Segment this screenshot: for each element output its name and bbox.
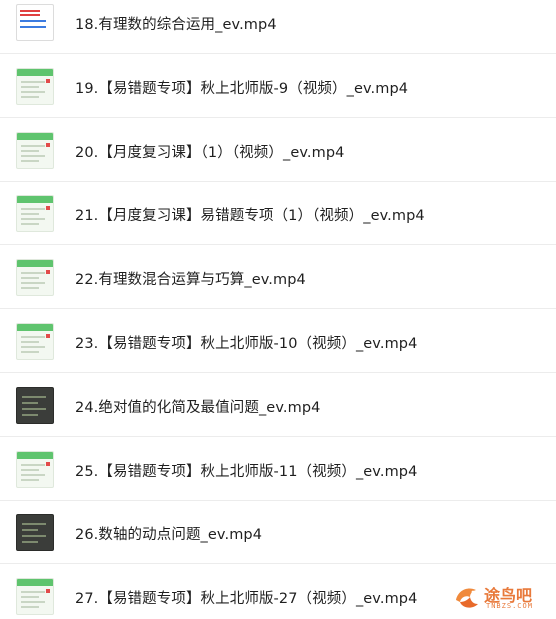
video-thumbnail[interactable] — [16, 514, 54, 552]
file-name[interactable]: 25.【易错题专项】秋上北师版-11（视频）_ev.mp4 — [75, 460, 417, 481]
bird-logo-icon — [456, 588, 478, 608]
video-thumbnail[interactable] — [16, 131, 54, 169]
file-row[interactable]: 23.【易错题专项】秋上北师版-10（视频）_ev.mp4 — [0, 310, 556, 373]
file-name[interactable]: 18.有理数的综合运用_ev.mp4 — [75, 13, 277, 34]
video-thumbnail[interactable] — [16, 259, 54, 297]
file-name[interactable]: 20.【月度复习课】（1）（视频）_ev.mp4 — [75, 141, 344, 162]
video-thumbnail[interactable] — [16, 4, 54, 41]
file-name[interactable]: 27.【易错题专项】秋上北师版-27（视频）_ev.mp4 — [75, 587, 417, 608]
video-thumbnail[interactable] — [16, 67, 54, 105]
file-name[interactable]: 24.绝对值的化简及最值问题_ev.mp4 — [75, 396, 320, 417]
site-watermark: 途鸟吧 TNBZS.COM — [452, 580, 552, 616]
file-name[interactable]: 26.数轴的动点问题_ev.mp4 — [75, 523, 262, 544]
video-thumbnail[interactable] — [16, 578, 54, 616]
file-row[interactable]: 19.【易错题专项】秋上北师版-9（视频）_ev.mp4 — [0, 55, 556, 118]
file-row[interactable]: 24.绝对值的化简及最值问题_ev.mp4 — [0, 374, 556, 437]
file-row[interactable]: 20.【月度复习课】（1）（视频）_ev.mp4 — [0, 119, 556, 182]
file-name[interactable]: 22.有理数混合运算与巧算_ev.mp4 — [75, 268, 306, 289]
file-row[interactable]: 21.【月度复习课】易错题专项（1）（视频）_ev.mp4 — [0, 182, 556, 246]
file-row[interactable]: 25.【易错题专项】秋上北师版-11（视频）_ev.mp4 — [0, 438, 556, 501]
video-thumbnail[interactable] — [16, 450, 54, 488]
file-row[interactable]: 22.有理数混合运算与巧算_ev.mp4 — [0, 246, 556, 310]
file-name[interactable]: 23.【易错题专项】秋上北师版-10（视频）_ev.mp4 — [75, 332, 417, 353]
video-thumbnail[interactable] — [16, 323, 54, 360]
file-row[interactable]: 18.有理数的综合运用_ev.mp4 — [0, 0, 556, 54]
file-name[interactable]: 21.【月度复习课】易错题专项（1）（视频）_ev.mp4 — [75, 204, 425, 225]
file-name[interactable]: 19.【易错题专项】秋上北师版-9（视频）_ev.mp4 — [75, 77, 408, 98]
watermark-domain: TNBZS.COM — [486, 602, 533, 610]
video-thumbnail[interactable] — [16, 195, 54, 233]
video-thumbnail[interactable] — [16, 386, 54, 424]
file-row[interactable]: 26.数轴的动点问题_ev.mp4 — [0, 501, 556, 565]
video-file-list: 18.有理数的综合运用_ev.mp4 19.【易错题专项】秋上北师版-9（视频）_… — [0, 0, 556, 619]
